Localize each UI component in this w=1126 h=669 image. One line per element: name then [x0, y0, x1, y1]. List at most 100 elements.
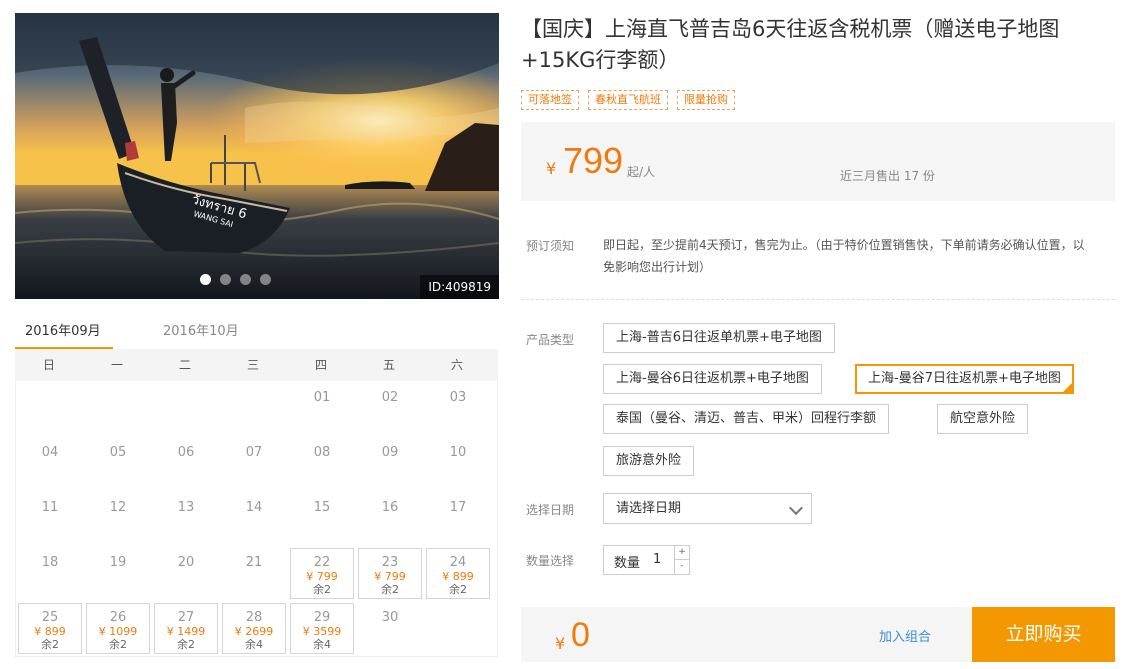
day-remaining: 余2: [41, 638, 59, 651]
date-select[interactable]: 请选择日期: [603, 493, 812, 524]
product-type-option[interactable]: 上海-曼谷6日往返机票+电子地图: [603, 364, 822, 394]
chevron-down-icon: [788, 500, 804, 516]
calendar-day-available[interactable]: 22 ¥ 799 余2: [290, 548, 354, 599]
day-number: 16: [381, 500, 399, 515]
calendar-day: 19: [84, 546, 152, 601]
day-price: ¥ 1099: [98, 625, 138, 638]
buy-now-button[interactable]: 立即购买: [972, 607, 1115, 662]
total-currency: ¥: [555, 634, 566, 653]
day-price: ¥ 799: [306, 570, 338, 583]
carousel-dot[interactable]: [240, 274, 251, 285]
tab-month-oct[interactable]: 2016年10月: [163, 320, 239, 349]
day-remaining: 余2: [449, 583, 467, 596]
day-number: 18: [41, 555, 59, 570]
carousel-dot[interactable]: [260, 274, 271, 285]
calendar-day-available[interactable]: 28 ¥ 2699 余4: [222, 603, 286, 654]
day-number: 17: [449, 500, 467, 515]
calendar-day-available[interactable]: 23 ¥ 799 余2: [358, 548, 422, 599]
calendar-day-available[interactable]: 25 ¥ 899 余2: [18, 603, 82, 654]
total-value: 0: [571, 616, 590, 654]
carousel-dot[interactable]: [200, 274, 211, 285]
product-tag: 春秋直飞航班: [588, 90, 668, 110]
quantity-label: 数量选择: [526, 554, 575, 568]
quantity-increment-button[interactable]: +: [675, 546, 689, 560]
weekday-label: 一: [110, 358, 123, 372]
day-number: 27: [177, 610, 195, 625]
day-number: 20: [177, 555, 195, 570]
add-combo-link[interactable]: 加入组合: [879, 626, 931, 645]
calendar-day-available[interactable]: 26 ¥ 1099 余2: [86, 603, 150, 654]
purchase-bar: ¥ 0 加入组合 立即购买: [521, 607, 1115, 662]
product-type-option[interactable]: 上海-曼谷7日往返机票+电子地图: [855, 364, 1074, 394]
day-number: 06: [177, 445, 195, 460]
calendar-blank: [220, 381, 288, 436]
calendar-day: 07: [220, 436, 288, 491]
day-number: 07: [245, 445, 263, 460]
quantity-buttons: + -: [674, 546, 689, 574]
carousel-dot[interactable]: [220, 274, 231, 285]
product-tags: 可落地签 春秋直飞航班 限量抢购: [521, 90, 735, 110]
date-select-value: 请选择日期: [616, 501, 682, 516]
day-number: 26: [109, 610, 127, 625]
calendar-day: 08: [288, 436, 356, 491]
day-number: 23: [381, 555, 399, 570]
product-photo[interactable]: วังทราย 6 WANG SAI ID:409819: [15, 13, 499, 299]
product-type-option[interactable]: 上海-普吉6日往返单机票+电子地图: [603, 323, 835, 353]
calendar-day: 12: [84, 491, 152, 546]
weekday-label: 六: [450, 358, 463, 372]
day-number: 30: [381, 610, 399, 625]
calendar-day: 10: [424, 436, 492, 491]
product-tag: 可落地签: [521, 90, 579, 110]
calendar-day: 03: [424, 381, 492, 436]
calendar-blank: [16, 381, 84, 436]
date-select-label: 选择日期: [526, 503, 575, 517]
calendar-day-available[interactable]: 27 ¥ 1499 余2: [154, 603, 218, 654]
tab-month-sep[interactable]: 2016年09月: [25, 320, 101, 349]
calendar-day: 20: [152, 546, 220, 601]
day-number: 14: [245, 500, 263, 515]
day-price: ¥ 799: [374, 570, 406, 583]
calendar-blank: [152, 381, 220, 436]
product-type-label: 产品类型: [526, 333, 575, 347]
day-remaining: 余2: [109, 638, 127, 651]
calendar-day: 11: [16, 491, 84, 546]
day-price: ¥ 899: [442, 570, 474, 583]
day-number: 01: [313, 390, 331, 405]
day-remaining: 余2: [313, 583, 331, 596]
calendar-day: 15: [288, 491, 356, 546]
day-price: ¥ 3599: [302, 625, 342, 638]
weekday-label: 日: [42, 358, 55, 372]
weekday-label: 四: [314, 358, 327, 372]
quantity-stepper[interactable]: 数量 1 + -: [603, 545, 690, 575]
product-type-option[interactable]: 泰国（曼谷、清迈、普吉、甲米）回程行李额: [603, 404, 890, 434]
calendar-day: 14: [220, 491, 288, 546]
day-remaining: 余4: [313, 638, 331, 651]
calendar-day: 21: [220, 546, 288, 601]
day-number: 04: [41, 445, 59, 460]
day-number: 09: [381, 445, 399, 460]
quantity-value[interactable]: 1: [653, 552, 661, 567]
price-value: 799: [563, 140, 624, 181]
month-tabs: 2016年09月 2016年10月: [15, 312, 498, 350]
product-title: 【国庆】上海直飞普吉岛6天往返含税机票（赠送电子地图+15KG行李额）: [521, 17, 1060, 72]
day-number: 08: [313, 445, 331, 460]
calendar-day-available[interactable]: 24 ¥ 899 余2: [426, 548, 490, 599]
calendar-day: 02: [356, 381, 424, 436]
quantity-field-label: 数量: [614, 556, 641, 571]
product-tag: 限量抢购: [677, 90, 735, 110]
notice-label: 预订须知: [526, 239, 575, 253]
quantity-decrement-button[interactable]: -: [675, 560, 689, 574]
day-number: 25: [41, 610, 59, 625]
weekday-label: 二: [178, 358, 191, 372]
day-price: ¥ 2699: [234, 625, 274, 638]
product-type-option[interactable]: 航空意外险: [937, 404, 1029, 434]
product-type-option[interactable]: 旅游意外险: [603, 446, 695, 476]
divider: [521, 299, 1115, 300]
day-number: 21: [245, 555, 263, 570]
day-remaining: 余2: [381, 583, 399, 596]
date-calendar: 日 一 二 三 四 五 六 01 02 03 04 05 06 07 08 09 10 11 12 13 14 15 16…: [15, 349, 498, 657]
day-remaining: 余4: [245, 638, 263, 651]
calendar-day-available[interactable]: 29 ¥ 3599 余4: [290, 603, 354, 654]
day-number: 24: [449, 555, 467, 570]
day-number: 19: [109, 555, 127, 570]
